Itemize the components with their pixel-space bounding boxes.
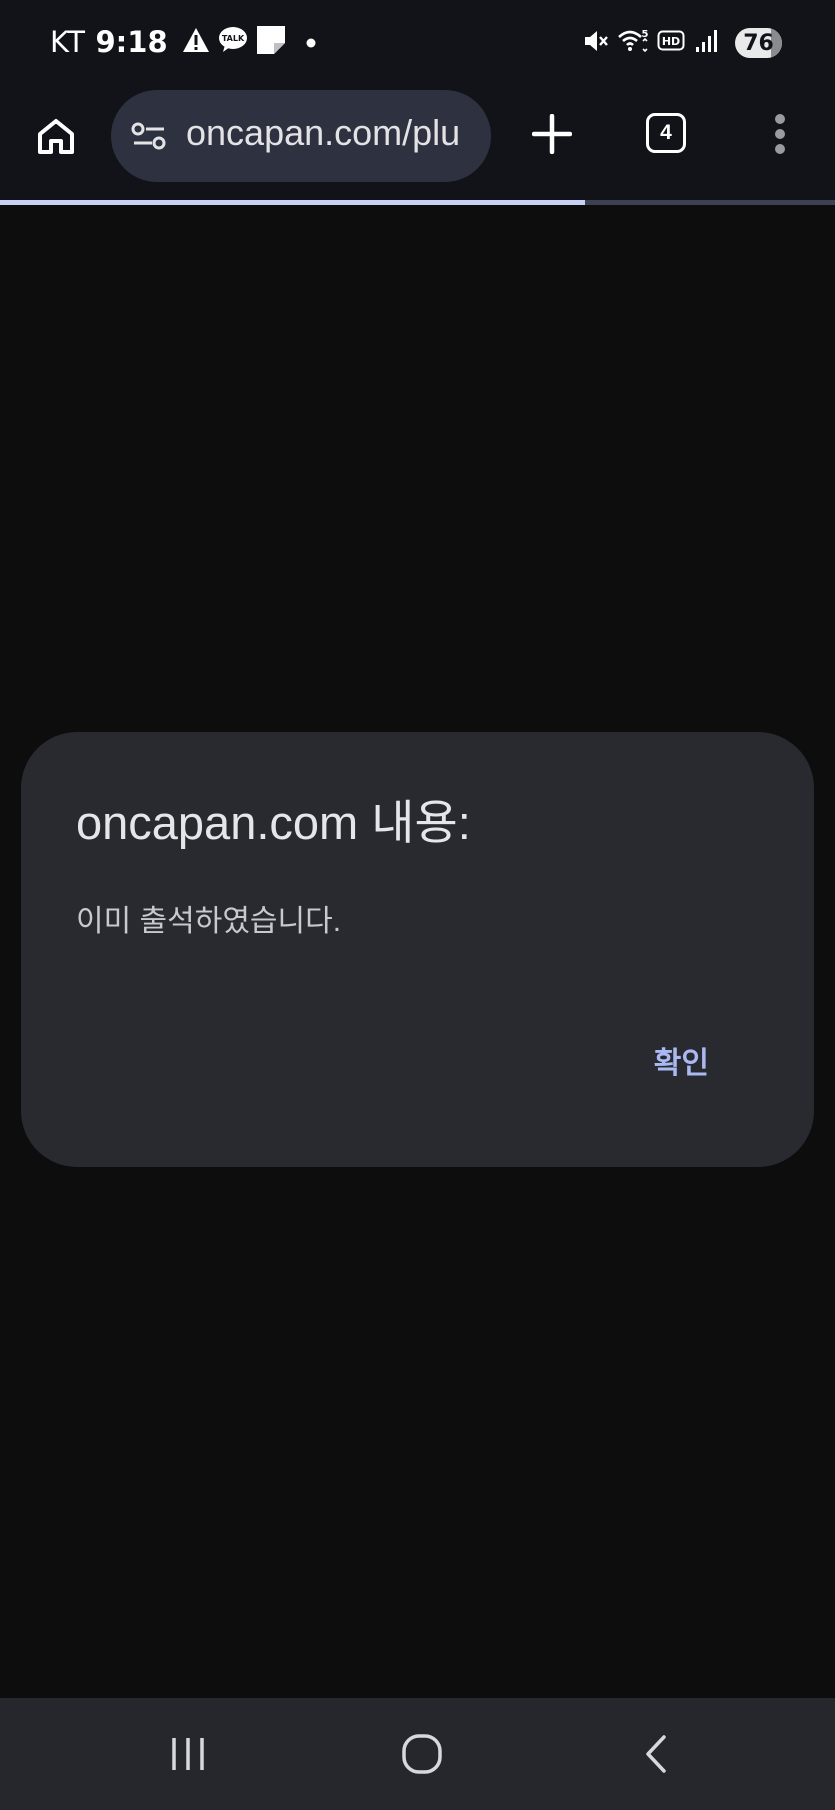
dialog-message: 이미 출석하였습니다. <box>76 905 342 938</box>
browser-toolbar: oncapan.com/plu 4 <box>0 86 835 200</box>
plus-icon <box>532 114 572 154</box>
kakaotalk-icon-label: TALK <box>221 34 244 43</box>
more-menu-button[interactable] <box>760 112 800 156</box>
dot-icon <box>306 33 316 52</box>
more-vert-icon <box>775 114 785 154</box>
signal-icon <box>695 29 719 57</box>
hd-icon: HD <box>657 29 687 57</box>
clock: 9:18 <box>95 25 168 59</box>
recents-button[interactable] <box>158 1726 218 1782</box>
navigation-bar <box>0 1698 835 1810</box>
home-button[interactable] <box>28 109 84 165</box>
page-load-progress-fill <box>0 200 585 205</box>
tab-switcher-button[interactable]: 4 <box>646 113 686 153</box>
warning-icon <box>182 27 210 57</box>
status-right: 5 HD 76 <box>583 24 782 62</box>
dialog-title: oncapan.com 내용: <box>76 796 471 849</box>
home-nav-button[interactable] <box>392 1726 452 1782</box>
hd-icon-label: HD <box>662 35 680 48</box>
battery-indicator: 76 <box>735 28 782 58</box>
kakaotalk-icon: TALK <box>218 26 248 58</box>
url-text[interactable]: oncapan.com/plu <box>186 112 486 154</box>
battery-level: 76 <box>743 30 774 56</box>
mute-icon <box>583 28 609 58</box>
ok-button[interactable]: 확인 <box>644 1032 719 1088</box>
status-bar: KT 9:18 TALK 5 HD 76 <box>0 0 835 86</box>
back-icon <box>646 1735 666 1773</box>
carrier-label: KT <box>50 25 86 59</box>
note-icon <box>256 25 286 59</box>
home-icon <box>38 119 74 154</box>
new-tab-button[interactable] <box>526 108 578 160</box>
home-icon <box>402 1734 442 1774</box>
tab-count: 4 <box>660 121 672 144</box>
address-bar[interactable]: oncapan.com/plu <box>111 90 491 182</box>
site-settings-icon[interactable] <box>131 121 167 155</box>
alert-dialog: oncapan.com 내용: 이미 출석하였습니다. 확인 <box>21 732 814 1167</box>
screen: KT 9:18 TALK 5 HD 76 oncapan.com/plu 4 o… <box>0 0 835 1810</box>
wifi-icon: 5 <box>617 27 649 59</box>
back-button[interactable] <box>626 1726 686 1782</box>
status-left: KT 9:18 TALK <box>50 22 324 62</box>
page-load-progress <box>0 200 835 205</box>
recents-icon <box>172 1738 204 1770</box>
